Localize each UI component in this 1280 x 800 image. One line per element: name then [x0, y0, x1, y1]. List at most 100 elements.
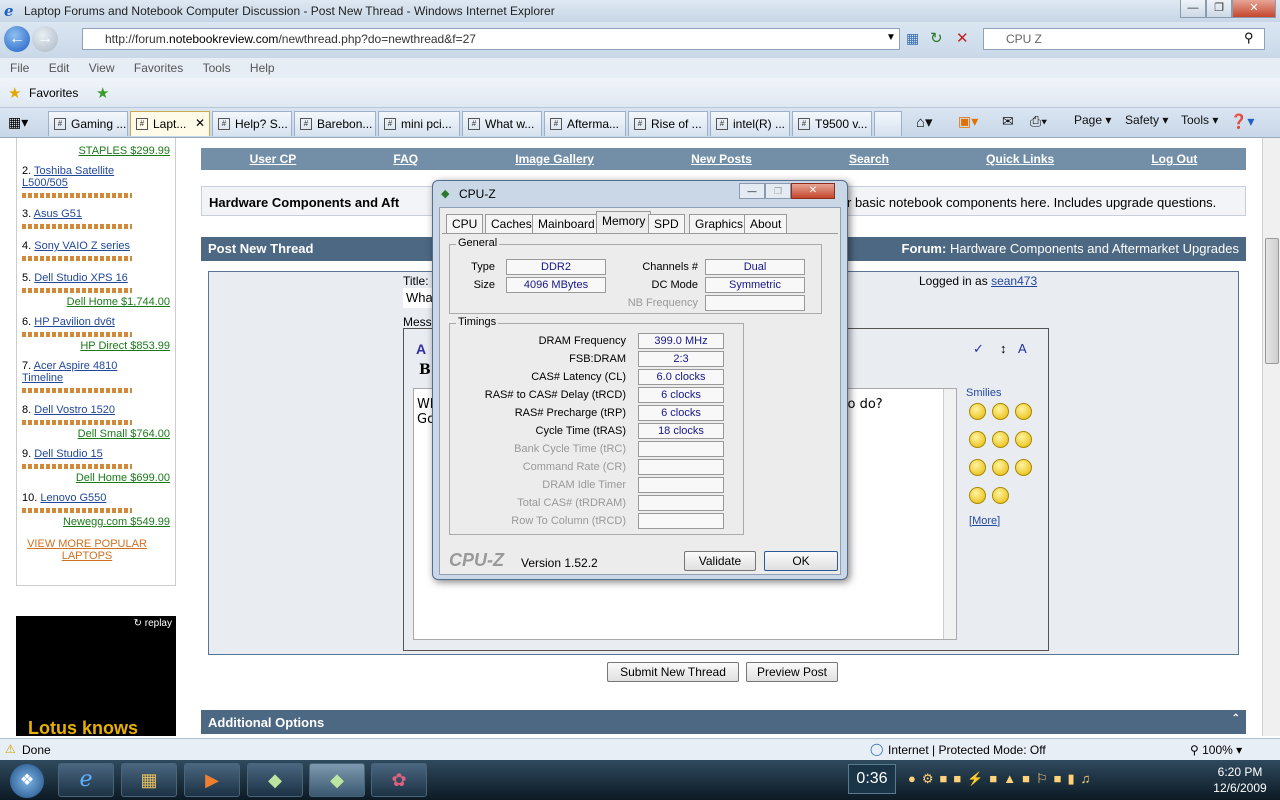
- taskbar-app[interactable]: ◆: [247, 763, 303, 797]
- textarea-scrollbar[interactable]: [943, 389, 956, 639]
- collapse-icon[interactable]: ⌃: [1232, 713, 1240, 724]
- advertisement[interactable]: ↻ replay Lotus knows: [16, 616, 176, 736]
- cool-icon[interactable]: [969, 487, 986, 504]
- resize-icon[interactable]: ↕: [1000, 341, 1007, 356]
- taskbar-cpuz[interactable]: ◆: [309, 763, 365, 797]
- tab-laptop[interactable]: # Lapt... ✕: [130, 111, 210, 136]
- smile-icon[interactable]: [992, 403, 1009, 420]
- clock-time[interactable]: 6:20 PM: [1205, 765, 1275, 779]
- laptop-link[interactable]: L500/505: [22, 177, 68, 189]
- font-icon[interactable]: A: [416, 341, 426, 357]
- laptop-link[interactable]: Timeline: [22, 372, 63, 384]
- smile-icon[interactable]: [992, 431, 1009, 448]
- smile-icon[interactable]: [1015, 459, 1032, 476]
- safety-menu[interactable]: Safety ▾: [1125, 113, 1168, 127]
- laptop-price-link[interactable]: Dell Home $699.00: [76, 472, 170, 484]
- nav-log-out[interactable]: Log Out: [1151, 152, 1197, 166]
- validate-button[interactable]: Validate: [684, 551, 756, 571]
- smilies-more-link[interactable]: [More]: [969, 515, 1036, 527]
- laptop-link[interactable]: Dell Studio XPS 16: [34, 272, 128, 284]
- mad-icon[interactable]: [992, 459, 1009, 476]
- menu-file[interactable]: File: [10, 61, 29, 75]
- tab-barebone[interactable]: # Barebon...: [294, 111, 376, 136]
- add-favorite-icon[interactable]: ★: [96, 84, 109, 102]
- smile-icon[interactable]: [969, 403, 986, 420]
- laptop-price-link[interactable]: HP Direct $853.99: [80, 340, 170, 352]
- laptop-link[interactable]: Toshiba Satellite: [34, 165, 114, 177]
- tab-caches[interactable]: Caches: [485, 214, 538, 233]
- compat-view-icon[interactable]: ▦: [906, 30, 919, 47]
- nav-new-posts[interactable]: New Posts: [691, 152, 752, 166]
- nav-quick-links[interactable]: Quick Links: [986, 152, 1054, 166]
- laptop-link[interactable]: Lenovo G550: [40, 492, 106, 504]
- laptop-link[interactable]: Sony VAIO Z series: [34, 240, 130, 252]
- minimize-icon[interactable]: —: [1180, 0, 1206, 18]
- tab-t9500[interactable]: # T9500 v...: [792, 111, 872, 136]
- additional-options-header[interactable]: Additional Options ⌃: [201, 710, 1246, 734]
- laptop-link[interactable]: Dell Vostro 1520: [34, 404, 115, 416]
- tray-icons[interactable]: ●⚙■■⚡■▲■⚐■▮♫: [908, 771, 1096, 787]
- preview-post-button[interactable]: Preview Post: [746, 662, 838, 682]
- ad-replay-button[interactable]: ↻ replay: [134, 618, 172, 629]
- zoom-control[interactable]: ⚲ 100% ▾: [1190, 743, 1242, 757]
- confused-icon[interactable]: [969, 459, 986, 476]
- laptop-price-link[interactable]: Newegg.com $549.99: [63, 516, 170, 528]
- address-input[interactable]: http://forum.notebookreview.com/newthrea…: [82, 28, 900, 50]
- tools-menu[interactable]: Tools ▾: [1181, 113, 1218, 127]
- new-tab-button[interactable]: [874, 111, 902, 136]
- menu-help[interactable]: Help: [250, 61, 275, 75]
- tab-aftermarket[interactable]: # Afterma...: [544, 111, 626, 136]
- feeds-icon[interactable]: ▣▾: [958, 113, 978, 130]
- tab-mini-pci[interactable]: # mini pci...: [378, 111, 460, 136]
- search-icon[interactable]: ⚲: [1244, 30, 1254, 46]
- grin-icon[interactable]: [1015, 403, 1032, 420]
- page-menu[interactable]: Page ▾: [1074, 113, 1111, 127]
- spellcheck-icon[interactable]: ✓: [973, 341, 984, 357]
- laptop-price-link[interactable]: Dell Home $1,744.00: [67, 296, 170, 308]
- smile-icon[interactable]: [969, 431, 986, 448]
- tab-intel[interactable]: # intel(R) ...: [710, 111, 790, 136]
- page-scrollbar[interactable]: [1262, 138, 1280, 736]
- refresh-icon[interactable]: ↻: [930, 29, 943, 47]
- taskbar-paint[interactable]: ✿: [371, 763, 427, 797]
- maximize-icon[interactable]: ❐: [1206, 0, 1232, 18]
- tab-help[interactable]: # Help? S...: [212, 111, 292, 136]
- clock-date[interactable]: 12/6/2009: [1205, 781, 1275, 795]
- frown-icon[interactable]: [1015, 431, 1032, 448]
- nav-search[interactable]: Search: [849, 152, 889, 166]
- taskbar-explorer[interactable]: ▦: [121, 763, 177, 797]
- laptop-price-link[interactable]: STAPLES $299.99: [78, 145, 170, 157]
- close-icon[interactable]: ✕: [1232, 0, 1276, 18]
- tab-graphics[interactable]: Graphics: [689, 214, 750, 233]
- menu-edit[interactable]: Edit: [49, 61, 70, 75]
- taskbar-media-player[interactable]: ▶: [184, 763, 240, 797]
- bold-icon[interactable]: B: [419, 362, 431, 378]
- favorites-button[interactable]: Favorites: [29, 86, 78, 100]
- ok-button[interactable]: OK: [764, 551, 838, 571]
- laptop-link[interactable]: Asus G51: [34, 208, 82, 220]
- taskbar-ie[interactable]: e: [58, 763, 114, 797]
- user-link[interactable]: sean473: [991, 274, 1037, 288]
- address-dropdown-icon[interactable]: ▼: [886, 32, 896, 43]
- print-icon[interactable]: ⎙▾: [1030, 113, 1047, 130]
- back-button[interactable]: ←: [4, 26, 30, 52]
- submit-thread-button[interactable]: Submit New Thread: [607, 662, 739, 682]
- tab-cpu[interactable]: CPU: [446, 214, 484, 233]
- tab-gaming[interactable]: # Gaming ...: [48, 111, 128, 136]
- tab-what[interactable]: # What w...: [462, 111, 542, 136]
- home-icon[interactable]: ⌂▾: [916, 113, 933, 131]
- tab-about[interactable]: About: [744, 214, 788, 233]
- menu-tools[interactable]: Tools: [203, 61, 231, 75]
- nav-image-gallery[interactable]: Image Gallery: [515, 152, 594, 166]
- forward-button[interactable]: →: [32, 26, 58, 52]
- nav-user-cp[interactable]: User CP: [250, 152, 297, 166]
- help-icon[interactable]: ❓▾: [1230, 113, 1254, 130]
- quick-tabs-icon[interactable]: ▦▾: [8, 114, 28, 131]
- tab-mainboard[interactable]: Mainboard: [532, 214, 601, 233]
- close-icon[interactable]: ✕: [791, 183, 835, 199]
- timer-gadget[interactable]: 0:36: [848, 764, 896, 794]
- tab-spd[interactable]: SPD: [648, 214, 685, 233]
- nav-faq[interactable]: FAQ: [393, 152, 418, 166]
- read-mail-icon[interactable]: ✉: [1002, 113, 1014, 130]
- stop-icon[interactable]: ✕: [956, 29, 969, 47]
